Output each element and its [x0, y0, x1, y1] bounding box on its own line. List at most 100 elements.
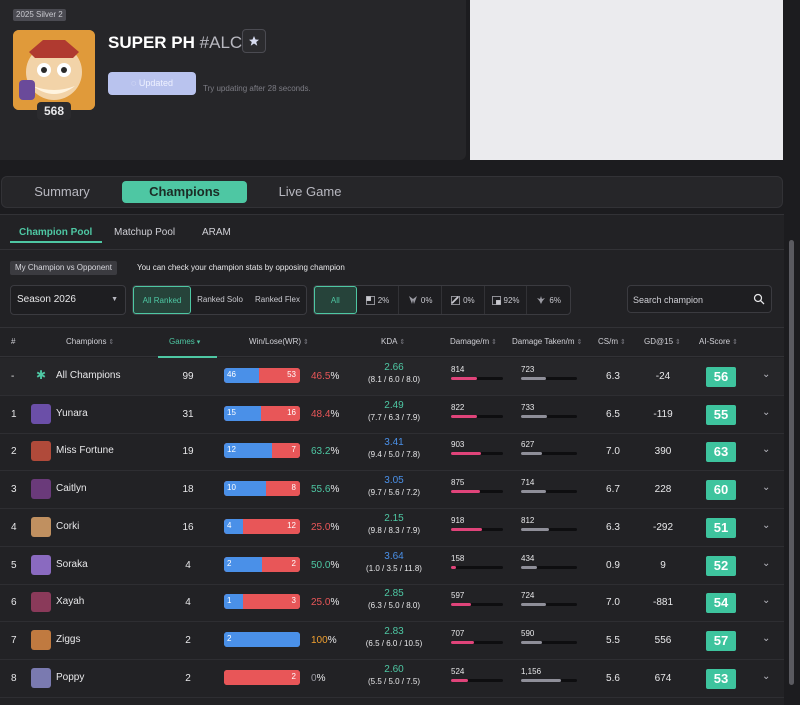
position-mid[interactable]: 0%	[442, 286, 485, 314]
cs-cell: 6.3	[606, 371, 620, 382]
damage-taken-cell: 434	[521, 554, 577, 569]
chevron-down-icon[interactable]: ⌄	[762, 558, 770, 569]
damage-taken-value: 434	[521, 553, 535, 563]
chevron-down-icon[interactable]: ⌄	[762, 407, 770, 418]
ai-score-badge: 53	[706, 668, 736, 689]
damage-bar-fill	[451, 527, 483, 531]
kda-ratio: 2.66	[384, 362, 404, 373]
kda-detail: (8.1 / 6.0 / 8.0)	[367, 375, 421, 384]
damage-bar-fill	[451, 490, 480, 494]
table-row[interactable]: 3 Caitlyn 18 10 8 55.6% 3.05 (9.7 / 5.6 / 7.2) 8…	[0, 471, 784, 510]
damage-value: 597	[451, 591, 465, 601]
winrate-cell: 63.2%	[311, 446, 339, 457]
col-champions[interactable]: Champions ⇕	[66, 337, 114, 346]
champion-portrait-icon	[31, 592, 51, 613]
table-row[interactable]: 4 Corki 16 4 12 25.0% 2.15 (9.8 / 8.3 / 7.9) 918…	[0, 509, 784, 547]
table-row[interactable]: 8 Poppy 2 2 0% 2.60 (5.5 / 5.0 / 7.5) 524 1,156 5…	[0, 660, 784, 698]
profile-avatar	[13, 30, 95, 110]
queue-ranked-solo[interactable]: Ranked Solo	[191, 286, 249, 314]
col-damage-taken[interactable]: Damage Taken/m ⇕	[512, 337, 582, 346]
col-games[interactable]: Games ▾	[169, 337, 200, 346]
damage-taken-bar-fill	[521, 527, 549, 531]
search-icon[interactable]	[753, 293, 765, 305]
kda-detail: (1.0 / 3.5 / 11.8)	[366, 563, 422, 573]
winrate-cell: 0%	[311, 673, 325, 684]
position-all[interactable]: All	[314, 286, 357, 314]
chevron-down-icon[interactable]: ⌄	[762, 444, 770, 455]
cs-cell: 5.5	[606, 634, 620, 646]
subtab-aram[interactable]: ARAM	[202, 227, 231, 238]
col-winlose[interactable]: Win/Lose(WR) ⇕	[249, 337, 309, 346]
position-support[interactable]: 6%	[527, 286, 570, 314]
kda-cell: 2.49 (7.7 / 6.3 / 7.9)	[352, 400, 436, 422]
subtab-champion-pool[interactable]: Champion Pool	[19, 227, 92, 238]
rank-cell: 6	[11, 597, 17, 609]
favorite-button[interactable]	[242, 29, 266, 53]
chevron-down-icon[interactable]: ⌄	[762, 595, 770, 606]
position-jungle[interactable]: 0%	[399, 286, 443, 314]
summoner-name-text: SUPER PH	[108, 33, 195, 52]
col-kda[interactable]: KDA ⇕	[381, 337, 405, 346]
winrate-value: 25.0	[311, 521, 331, 533]
queue-all-ranked[interactable]: All Ranked	[133, 286, 191, 314]
win-loss-bar: 2	[224, 669, 300, 685]
champion-search[interactable]	[627, 285, 772, 313]
position-bot[interactable]: 92%	[485, 286, 528, 314]
table-row[interactable]: 1 Yunara 31 15 16 48.4% 2.49 (7.7 / 6.3 / 7.9) 8…	[0, 396, 784, 434]
table-row[interactable]: - ✱ All Champions 99 46 53 46.5% 2.66 (8.1 / 6.0…	[0, 358, 784, 396]
kda-ratio: 2.60	[384, 663, 404, 675]
wins-count: 10	[227, 483, 236, 493]
kda-ratio: 3.64	[384, 550, 404, 562]
games-cell: 16	[182, 521, 194, 533]
damage-cell: 822	[451, 403, 503, 418]
chevron-down-icon[interactable]: ⌄	[762, 671, 770, 682]
profile-card: 2025 Silver 2 568 SUPER PH #ALC ◌ Update…	[0, 0, 466, 160]
damage-taken-bar-track	[521, 640, 577, 644]
cs-cell: 6.3	[606, 521, 620, 533]
table-row[interactable]: 5 Soraka 4 2 2 50.0% 3.64 (1.0 / 3.5 / 11.8) 158…	[0, 547, 784, 585]
col-ai-score[interactable]: AI-Score ⇕	[699, 337, 738, 346]
col-cs[interactable]: CS/m ⇕	[598, 337, 626, 346]
position-jungle-label: 0%	[420, 295, 433, 305]
main-tabs: Summary Champions Live Game	[1, 176, 783, 208]
position-top[interactable]: 2%	[357, 286, 400, 314]
chevron-down-icon[interactable]: ⌄	[762, 482, 770, 493]
damage-bar-track	[451, 490, 503, 494]
cs-cell: 6.7	[606, 484, 620, 496]
table-row[interactable]: 2 Miss Fortune 19 12 7 63.2% 3.41 (9.4 / 5.0 / …	[0, 433, 784, 472]
damage-bar-track	[451, 565, 503, 569]
percent-sign: %	[330, 597, 340, 609]
sort-desc-icon: ▾	[196, 339, 201, 346]
winrate-cell: 46.5%	[311, 371, 339, 382]
tab-summary[interactable]: Summary	[22, 181, 102, 203]
position-mid-label: 0%	[463, 295, 475, 305]
cs-cell: 7.0	[606, 446, 620, 458]
winrate-cell: 100%	[311, 635, 337, 646]
col-damage[interactable]: Damage/m ⇕	[450, 337, 497, 346]
damage-value: 822	[451, 402, 465, 412]
col-gd15[interactable]: GD@15 ⇕	[644, 337, 681, 346]
champion-portrait-icon	[31, 403, 51, 424]
queue-ranked-flex[interactable]: Ranked Flex	[249, 286, 306, 314]
table-row[interactable]: 6 Xayah 4 1 3 25.0% 2.85 (6.3 / 5.0 / 8.0) 597 72…	[0, 584, 784, 623]
scrollbar-thumb[interactable]	[789, 240, 794, 685]
damage-cell: 707	[451, 629, 503, 644]
chevron-down-icon[interactable]: ⌄	[762, 633, 770, 644]
season-select[interactable]: Season 2026 ▼	[10, 285, 126, 315]
tab-live-game[interactable]: Live Game	[268, 181, 352, 203]
percent-sign: %	[330, 559, 340, 571]
matchup-toggle-pill[interactable]: My Champion vs Opponent	[10, 261, 117, 275]
win-loss-bar: 46 53	[224, 368, 300, 383]
damage-bar-track	[451, 603, 503, 607]
losses-count: 16	[287, 407, 296, 417]
rank-cell: 2	[11, 446, 17, 458]
chevron-down-icon[interactable]: ⌄	[762, 520, 770, 531]
search-input[interactable]	[633, 292, 748, 308]
ai-score-badge: 52	[706, 555, 736, 576]
subtab-matchup-pool[interactable]: Matchup Pool	[114, 227, 175, 238]
chevron-down-icon[interactable]: ⌄	[762, 369, 770, 380]
update-button[interactable]: ◌ Updated	[108, 72, 196, 95]
table-row[interactable]: 7 Ziggs 2 2 100% 2.83 (6.5 / 6.0 / 10.5) 707 590…	[0, 622, 784, 660]
tab-champions[interactable]: Champions	[122, 181, 247, 203]
champion-name: Poppy	[56, 671, 85, 683]
